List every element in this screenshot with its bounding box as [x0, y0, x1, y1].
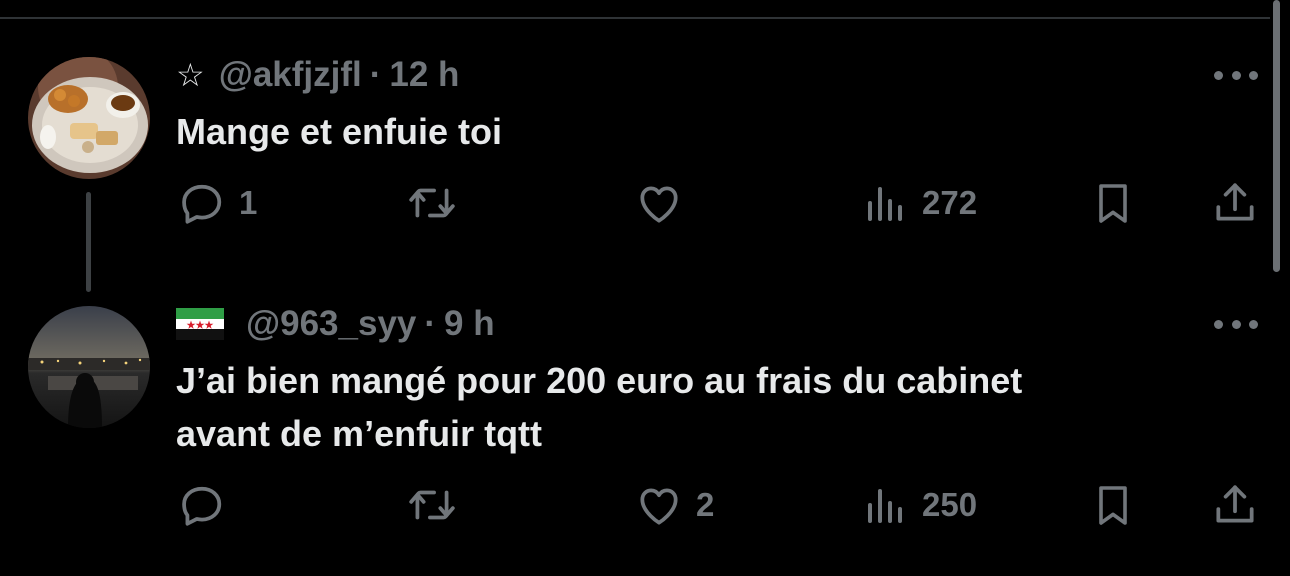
- more-options-button[interactable]: [1214, 65, 1258, 85]
- tweet-header: ☆ @akfjzjfl · 12 h: [176, 55, 459, 95]
- more-icon: [1214, 70, 1223, 80]
- more-icon-dot: [1249, 319, 1258, 329]
- bookmark-button[interactable]: [1089, 178, 1137, 228]
- views-button[interactable]: 250: [862, 480, 977, 530]
- like-icon: [640, 488, 678, 525]
- views-count: 272: [922, 184, 978, 221]
- share-icon: [1216, 183, 1254, 221]
- top-divider: [0, 17, 1270, 19]
- avatar[interactable]: [28, 57, 150, 179]
- timestamp[interactable]: 12 h: [389, 55, 459, 95]
- more-icon-dot: [1249, 70, 1258, 80]
- timestamp[interactable]: 9 h: [444, 304, 495, 344]
- syrian-flag-icon: [176, 308, 224, 340]
- reply-button[interactable]: 1: [177, 178, 257, 228]
- views-icon: [868, 187, 902, 221]
- like-button[interactable]: 2: [634, 480, 714, 530]
- tweet-actions: 1 272: [0, 178, 1270, 230]
- retweet-icon: [409, 188, 455, 218]
- separator-dot: ·: [424, 304, 437, 343]
- share-button[interactable]: [1210, 178, 1260, 228]
- tweet-text: J’ai bien mangé pour 200 euro au frais d…: [176, 360, 1023, 454]
- reply-icon: [182, 184, 222, 224]
- avatar[interactable]: [28, 306, 150, 428]
- user-handle[interactable]: @963_syy: [246, 304, 416, 344]
- like-count: 2: [696, 486, 715, 523]
- retweet-button[interactable]: [406, 178, 470, 228]
- retweet-icon: [409, 490, 455, 520]
- bookmark-icon: [1099, 486, 1127, 525]
- reply-button[interactable]: [177, 480, 239, 530]
- like-button[interactable]: [634, 178, 696, 228]
- more-icon-dot: [1231, 70, 1241, 80]
- share-icon: [1216, 485, 1254, 523]
- tweet-header: @963_syy · 9 h: [176, 304, 495, 344]
- more-icon-dot: [1231, 319, 1241, 329]
- more-options-button[interactable]: [1214, 314, 1258, 334]
- more-icon: [1214, 319, 1223, 329]
- like-icon: [640, 186, 678, 223]
- tweet-text: Mange et enfuie toi: [176, 111, 503, 152]
- star-glyph: ☆: [176, 57, 205, 93]
- retweet-button[interactable]: [406, 480, 470, 530]
- scrollbar[interactable]: [1273, 0, 1280, 272]
- bookmark-button[interactable]: [1089, 480, 1137, 530]
- views-count: 250: [922, 486, 978, 523]
- separator-dot: ·: [369, 55, 382, 94]
- views-button[interactable]: 272: [862, 178, 977, 228]
- share-button[interactable]: [1210, 480, 1260, 530]
- views-icon: [868, 489, 902, 523]
- tweet-actions: 2 250: [0, 480, 1270, 532]
- user-handle[interactable]: @akfjzjfl: [219, 55, 362, 95]
- bookmark-icon: [1099, 184, 1127, 223]
- reply-icon: [182, 486, 222, 526]
- reply-count: 1: [239, 184, 258, 221]
